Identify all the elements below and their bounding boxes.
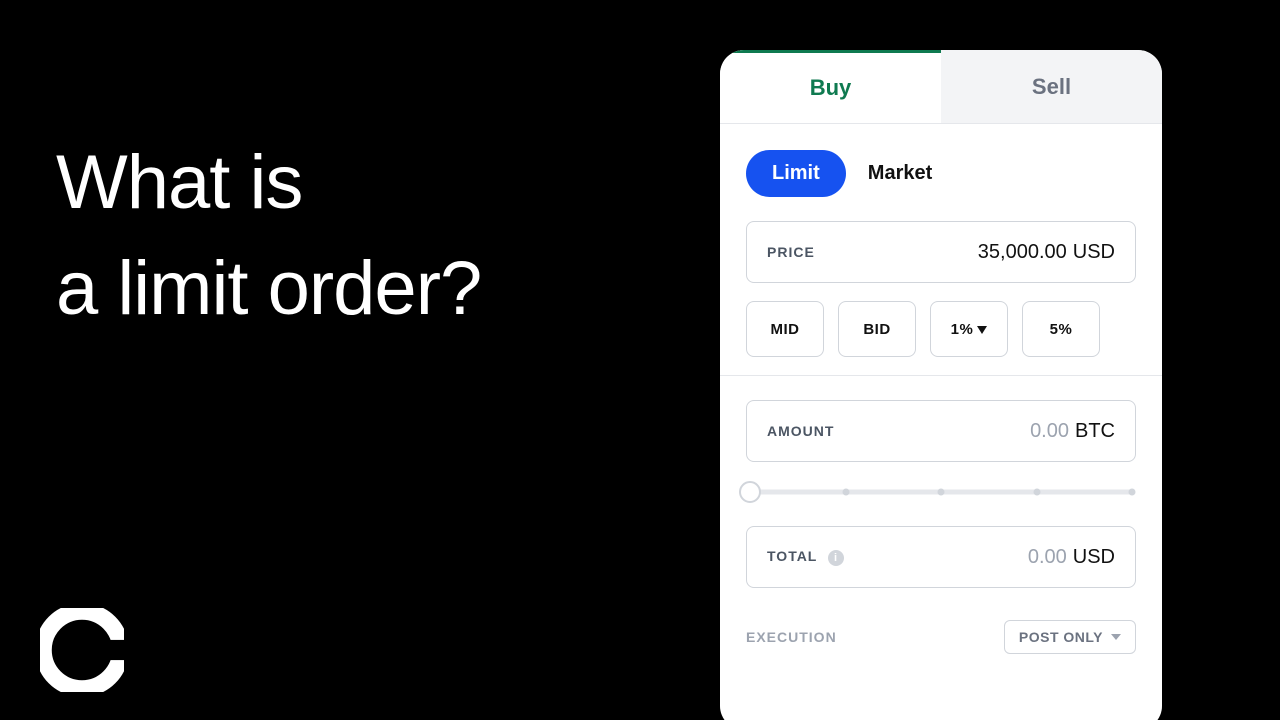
order-type-limit[interactable]: Limit	[746, 150, 846, 197]
order-type-market-label: Market	[868, 162, 932, 184]
brand-logo	[40, 608, 124, 692]
slider-tick	[842, 489, 849, 496]
page-title: What is a limit order?	[56, 130, 481, 343]
price-label: PRICE	[767, 244, 815, 260]
execution-label: EXECUTION	[746, 629, 837, 645]
amount-currency: BTC	[1075, 420, 1115, 443]
tab-sell[interactable]: Sell	[941, 50, 1162, 123]
order-body: Limit Market PRICE 35,000.00 USD MID BID…	[720, 124, 1162, 654]
chip-5pct[interactable]: 5%	[1022, 301, 1100, 357]
total-currency: USD	[1073, 546, 1115, 569]
total-field[interactable]: TOTAL i 0.00 USD	[746, 526, 1136, 588]
price-value: 35,000.00	[978, 241, 1067, 264]
slider-tick	[1033, 489, 1040, 496]
price-value-wrap: 35,000.00 USD	[978, 241, 1115, 264]
total-value: 0.00	[1028, 546, 1067, 569]
execution-selected: POST ONLY	[1019, 629, 1103, 645]
price-preset-chips: MID BID 1% 5%	[746, 301, 1136, 357]
price-currency: USD	[1073, 241, 1115, 264]
chip-1pct[interactable]: 1%	[930, 301, 1008, 357]
chip-mid[interactable]: MID	[746, 301, 824, 357]
chip-1pct-label: 1%	[951, 321, 974, 338]
slider-tick	[938, 489, 945, 496]
chip-5pct-label: 5%	[1050, 321, 1073, 338]
amount-label: AMOUNT	[767, 423, 834, 439]
chip-bid-label: BID	[863, 321, 890, 338]
order-type-market[interactable]: Market	[868, 162, 932, 185]
total-label-text: TOTAL	[767, 548, 817, 564]
total-label: TOTAL i	[767, 548, 844, 566]
execution-row: EXECUTION POST ONLY	[746, 606, 1136, 654]
price-field[interactable]: PRICE 35,000.00 USD	[746, 221, 1136, 283]
chip-mid-label: MID	[771, 321, 800, 338]
order-type-row: Limit Market	[746, 150, 1136, 197]
info-icon[interactable]: i	[828, 550, 844, 566]
buy-sell-tabs: Buy Sell	[720, 50, 1162, 124]
execution-select[interactable]: POST ONLY	[1004, 620, 1136, 654]
slider-tick	[1129, 489, 1136, 496]
headline-line-1: What is	[56, 130, 481, 236]
amount-field[interactable]: AMOUNT 0.00 BTC	[746, 400, 1136, 462]
section-divider	[720, 375, 1162, 376]
tab-sell-label: Sell	[1032, 74, 1071, 100]
headline-line-2: a limit order?	[56, 236, 481, 342]
chip-bid[interactable]: BID	[838, 301, 916, 357]
chevron-down-icon	[1111, 634, 1121, 640]
total-value-wrap: 0.00 USD	[1028, 546, 1115, 569]
amount-value-wrap: 0.00 BTC	[1030, 420, 1115, 443]
tab-buy-label: Buy	[810, 75, 852, 101]
amount-value: 0.00	[1030, 420, 1069, 443]
amount-slider[interactable]	[750, 480, 1132, 504]
slider-thumb[interactable]	[739, 481, 761, 503]
arrow-down-icon	[977, 326, 987, 334]
order-panel: Buy Sell Limit Market PRICE 35,000.00 US…	[720, 50, 1162, 720]
tab-buy[interactable]: Buy	[720, 50, 941, 123]
order-type-limit-label: Limit	[772, 162, 820, 184]
coinbase-logo-icon	[40, 608, 124, 692]
